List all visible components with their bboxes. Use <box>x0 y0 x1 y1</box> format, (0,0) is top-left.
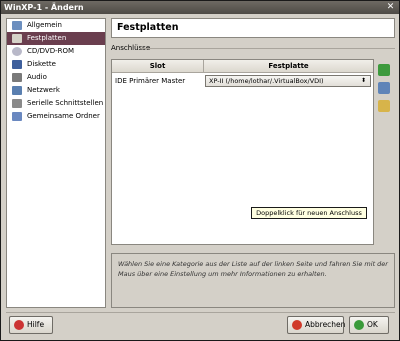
tooltip: Doppelklick für neuen Anschluss <box>251 207 367 219</box>
add-attachment-icon[interactable] <box>378 64 390 76</box>
network-icon <box>12 86 22 95</box>
slot-cell: IDE Primärer Master <box>115 77 186 85</box>
cancel-icon <box>292 320 302 330</box>
ok-button[interactable]: OK <box>349 316 389 334</box>
close-icon[interactable]: ✕ <box>385 2 396 13</box>
help-button[interactable]: Hilfe <box>9 316 53 334</box>
info-text: Wählen Sie eine Kategorie aus der Liste … <box>118 260 388 278</box>
harddisk-icon <box>12 34 22 43</box>
serial-icon <box>12 99 22 108</box>
nav-item-serielle-schnittstellen[interactable]: Serielle Schnittstellen <box>7 97 105 110</box>
ok-icon <box>354 320 364 330</box>
info-panel: Wählen Sie eine Kategorie aus der Liste … <box>111 253 395 308</box>
page-title: Festplatten <box>117 22 179 33</box>
ok-button-label: OK <box>367 320 378 329</box>
select-disk-icon[interactable] <box>378 100 390 112</box>
page-title-box: Festplatten <box>111 18 395 38</box>
nav-item-label: Gemeinsame Ordner <box>27 112 100 120</box>
nav-item-label: Serielle Schnittstellen <box>27 99 104 107</box>
nav-item-label: CD/DVD-ROM <box>27 47 75 55</box>
table-row[interactable]: IDE Primärer Master XP-II (/home/lothar/… <box>112 74 373 88</box>
group-divider <box>141 48 395 49</box>
table-header: Slot Festplatte <box>112 60 373 73</box>
column-header-slot[interactable]: Slot <box>112 60 204 73</box>
remove-attachment-icon[interactable] <box>378 82 390 94</box>
button-divider <box>6 312 395 313</box>
nav-item-diskette[interactable]: Diskette <box>7 58 105 71</box>
category-list: Allgemein Festplatten CD/DVD-ROM Diskett… <box>6 18 106 308</box>
nav-item-label: Netzwerk <box>27 86 60 94</box>
nav-item-label: Allgemein <box>27 21 62 29</box>
nav-item-label: Diskette <box>27 60 56 68</box>
nav-item-cdrom[interactable]: CD/DVD-ROM <box>7 45 105 58</box>
help-icon <box>14 320 24 330</box>
nav-item-label: Festplatten <box>27 34 67 42</box>
audio-icon <box>12 73 22 82</box>
disk-select[interactable]: XP-II (/home/lothar/.VirtualBox/VDI) ⬍ <box>205 75 371 87</box>
title-bar[interactable]: WinXP-1 - Ändern ✕ <box>1 1 399 14</box>
general-icon <box>12 21 22 30</box>
settings-dialog: WinXP-1 - Ändern ✕ Allgemein Festplatten… <box>0 0 400 341</box>
cancel-button-label: Abbrechen <box>305 320 346 329</box>
cancel-button[interactable]: Abbrechen <box>287 316 346 334</box>
help-button-label: Hilfe <box>27 320 45 329</box>
floppy-icon <box>12 60 22 69</box>
updown-arrow-icon: ⬍ <box>360 77 366 84</box>
cdrom-icon <box>12 47 22 56</box>
nav-item-allgemein[interactable]: Allgemein <box>7 19 105 32</box>
nav-item-netzwerk[interactable]: Netzwerk <box>7 84 105 97</box>
column-header-disk[interactable]: Festplatte <box>204 60 373 73</box>
shared-folder-icon <box>12 112 22 121</box>
nav-item-gemeinsame-ordner[interactable]: Gemeinsame Ordner <box>7 110 105 123</box>
nav-item-festplatten[interactable]: Festplatten <box>7 32 105 45</box>
window-title: WinXP-1 - Ändern <box>4 3 84 12</box>
nav-item-audio[interactable]: Audio <box>7 71 105 84</box>
disk-select-value: XP-II (/home/lothar/.VirtualBox/VDI) <box>209 77 324 85</box>
nav-item-label: Audio <box>27 73 47 81</box>
